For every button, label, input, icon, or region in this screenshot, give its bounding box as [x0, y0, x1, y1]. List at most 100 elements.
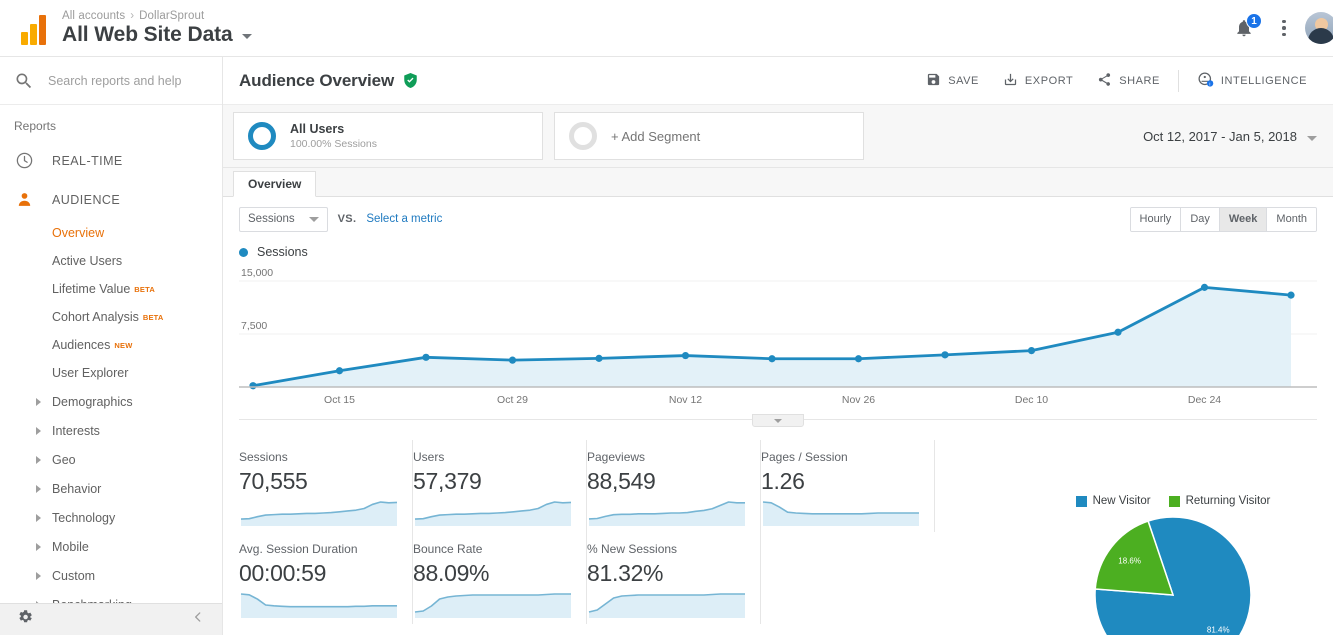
- granularity-day[interactable]: Day: [1181, 208, 1220, 231]
- breadcrumb-property[interactable]: DollarSprout: [139, 10, 204, 22]
- sidebar-item-overview[interactable]: Overview: [0, 219, 222, 247]
- metric-card-pageviews[interactable]: Pageviews 88,549: [587, 440, 761, 532]
- metric-card-avg-session-duration[interactable]: Avg. Session Duration 00:00:59: [239, 532, 413, 624]
- sidebar-group-label: Geo: [52, 453, 76, 467]
- chevron-down-icon: [774, 419, 782, 423]
- report-actions: SAVE EXPORT SHARE i: [914, 64, 1319, 98]
- svg-text:Dec 24: Dec 24: [1188, 394, 1221, 406]
- metric-label: % New Sessions: [587, 542, 746, 556]
- metric-value: 88.09%: [413, 560, 572, 587]
- search-icon: [14, 71, 34, 91]
- search-input[interactable]: [48, 74, 208, 88]
- select-a-metric-link[interactable]: Select a metric: [366, 213, 442, 225]
- sidebar-item-mobile[interactable]: Mobile: [0, 532, 222, 561]
- metric-card-bounce-rate[interactable]: Bounce Rate 88.09%: [413, 532, 587, 624]
- notification-badge: 1: [1246, 13, 1262, 29]
- svg-text:7,500: 7,500: [241, 320, 267, 332]
- tab-overview[interactable]: Overview: [233, 171, 316, 197]
- sessions-line-chart[interactable]: 7,50015,000Oct 15Oct 29Nov 12Nov 26Dec 1…: [239, 269, 1317, 414]
- save-button[interactable]: SAVE: [914, 64, 991, 98]
- export-button[interactable]: EXPORT: [991, 64, 1085, 98]
- breadcrumb-account[interactable]: All accounts: [62, 10, 125, 22]
- sidebar-item-interests[interactable]: Interests: [0, 416, 222, 445]
- granularity-week[interactable]: Week: [1220, 208, 1268, 231]
- metric-value: 00:00:59: [239, 560, 398, 587]
- export-icon: [1003, 72, 1018, 90]
- export-label: EXPORT: [1025, 75, 1073, 87]
- notifications-button[interactable]: 1: [1225, 9, 1263, 47]
- metric-select[interactable]: Sessions: [239, 207, 328, 232]
- sidebar-item-audiences[interactable]: Audiences NEW: [0, 331, 222, 359]
- search-bar[interactable]: [0, 57, 222, 105]
- metric-label: Bounce Rate: [413, 542, 572, 556]
- metric-sparkline: [761, 498, 921, 526]
- more-options-button[interactable]: [1265, 9, 1303, 47]
- sidebar-item-geo[interactable]: Geo: [0, 445, 222, 474]
- collapse-sidebar-button[interactable]: [191, 610, 205, 629]
- segment-sub: 100.00% Sessions: [290, 138, 377, 150]
- sidebar-group-label: Mobile: [52, 540, 89, 554]
- sidebar-item-cohort-analysis[interactable]: Cohort Analysis BETA: [0, 303, 222, 331]
- intelligence-button[interactable]: i INTELLIGENCE: [1185, 64, 1319, 98]
- metric-card-users[interactable]: Users 57,379: [413, 440, 587, 532]
- pie-holder: 81.4%18.6%: [1023, 515, 1323, 635]
- chart-footer: [239, 414, 1317, 432]
- add-segment-button[interactable]: + Add Segment: [554, 112, 864, 160]
- share-button[interactable]: SHARE: [1085, 64, 1172, 98]
- google-analytics-logo[interactable]: [8, 11, 60, 45]
- bell-icon: 1: [1234, 18, 1254, 38]
- clock-icon: [14, 151, 34, 171]
- sidebar-item-active-users[interactable]: Active Users: [0, 247, 222, 275]
- pie-chart-svg[interactable]: 81.4%18.6%: [1072, 494, 1275, 635]
- sidebar-item-custom[interactable]: Custom: [0, 561, 222, 590]
- granularity-month[interactable]: Month: [1267, 208, 1316, 231]
- segment-all-users[interactable]: All Users 100.00% Sessions: [233, 112, 543, 160]
- svg-text:Dec 10: Dec 10: [1015, 394, 1048, 406]
- line-chart-svg: 7,50015,000Oct 15Oct 29Nov 12Nov 26Dec 1…: [239, 269, 1317, 414]
- settings-button[interactable]: [0, 608, 50, 631]
- pie-legend-label: New Visitor: [1093, 495, 1151, 507]
- share-label: SHARE: [1119, 75, 1160, 87]
- breadcrumb: All accounts›DollarSprout: [62, 10, 252, 22]
- sidebar-item-audience[interactable]: AUDIENCE: [0, 180, 222, 219]
- metric-sparkline: [239, 498, 399, 526]
- svg-text:i: i: [1209, 81, 1210, 86]
- date-range-picker[interactable]: Oct 12, 2017 - Jan 5, 2018: [1143, 129, 1323, 144]
- reports-label: Reports: [0, 105, 222, 141]
- pie-slice-label: 81.4%: [1207, 625, 1230, 634]
- metric-value: 81.32%: [587, 560, 746, 587]
- legend-color-dot: [239, 248, 248, 257]
- sidebar-item-lifetime-value[interactable]: Lifetime Value BETA: [0, 275, 222, 303]
- view-title[interactable]: All Web Site Data: [62, 23, 252, 47]
- top-bar: All accounts›DollarSprout All Web Site D…: [0, 0, 1333, 57]
- metric-sparkline: [239, 590, 399, 618]
- avatar[interactable]: [1305, 12, 1333, 44]
- svg-text:Oct 29: Oct 29: [497, 394, 528, 406]
- metric-card-new-sessions[interactable]: % New Sessions 81.32%: [587, 532, 761, 624]
- chevron-right-icon: [36, 514, 41, 522]
- sidebar-group-label: Technology: [52, 511, 115, 525]
- segment-name: All Users: [290, 122, 377, 136]
- pie-legend: New Visitor Returning Visitor: [1023, 495, 1323, 507]
- sidebar-item-technology[interactable]: Technology: [0, 503, 222, 532]
- chart-controls: Sessions VS. Select a metric Hourly Day …: [223, 197, 1333, 241]
- metric-card-pages-per-session[interactable]: Pages / Session 1.26: [761, 440, 935, 532]
- sidebar-item-real-time[interactable]: REAL-TIME: [0, 141, 222, 180]
- metric-label: Avg. Session Duration: [239, 542, 398, 556]
- chevron-right-icon: [36, 572, 41, 580]
- metric-label: Pages / Session: [761, 450, 920, 464]
- gear-icon: [16, 608, 34, 631]
- tab-label: Overview: [248, 177, 301, 191]
- pie-legend-new-visitor[interactable]: New Visitor: [1076, 495, 1151, 507]
- metric-sparkline: [413, 498, 573, 526]
- granularity-hourly[interactable]: Hourly: [1131, 208, 1182, 231]
- chart-expand-toggle[interactable]: [752, 414, 804, 427]
- metric-card-sessions[interactable]: Sessions 70,555: [239, 440, 413, 532]
- chevron-down-icon: [242, 34, 252, 39]
- sidebar-subitem-label: User Explorer: [52, 366, 128, 380]
- sidebar-item-behavior[interactable]: Behavior: [0, 474, 222, 503]
- sidebar-item-user-explorer[interactable]: User Explorer: [0, 359, 222, 387]
- main-content: Audience Overview SAVE EXPORT: [223, 57, 1333, 635]
- metric-label: Users: [413, 450, 572, 464]
- sidebar-item-demographics[interactable]: Demographics: [0, 387, 222, 416]
